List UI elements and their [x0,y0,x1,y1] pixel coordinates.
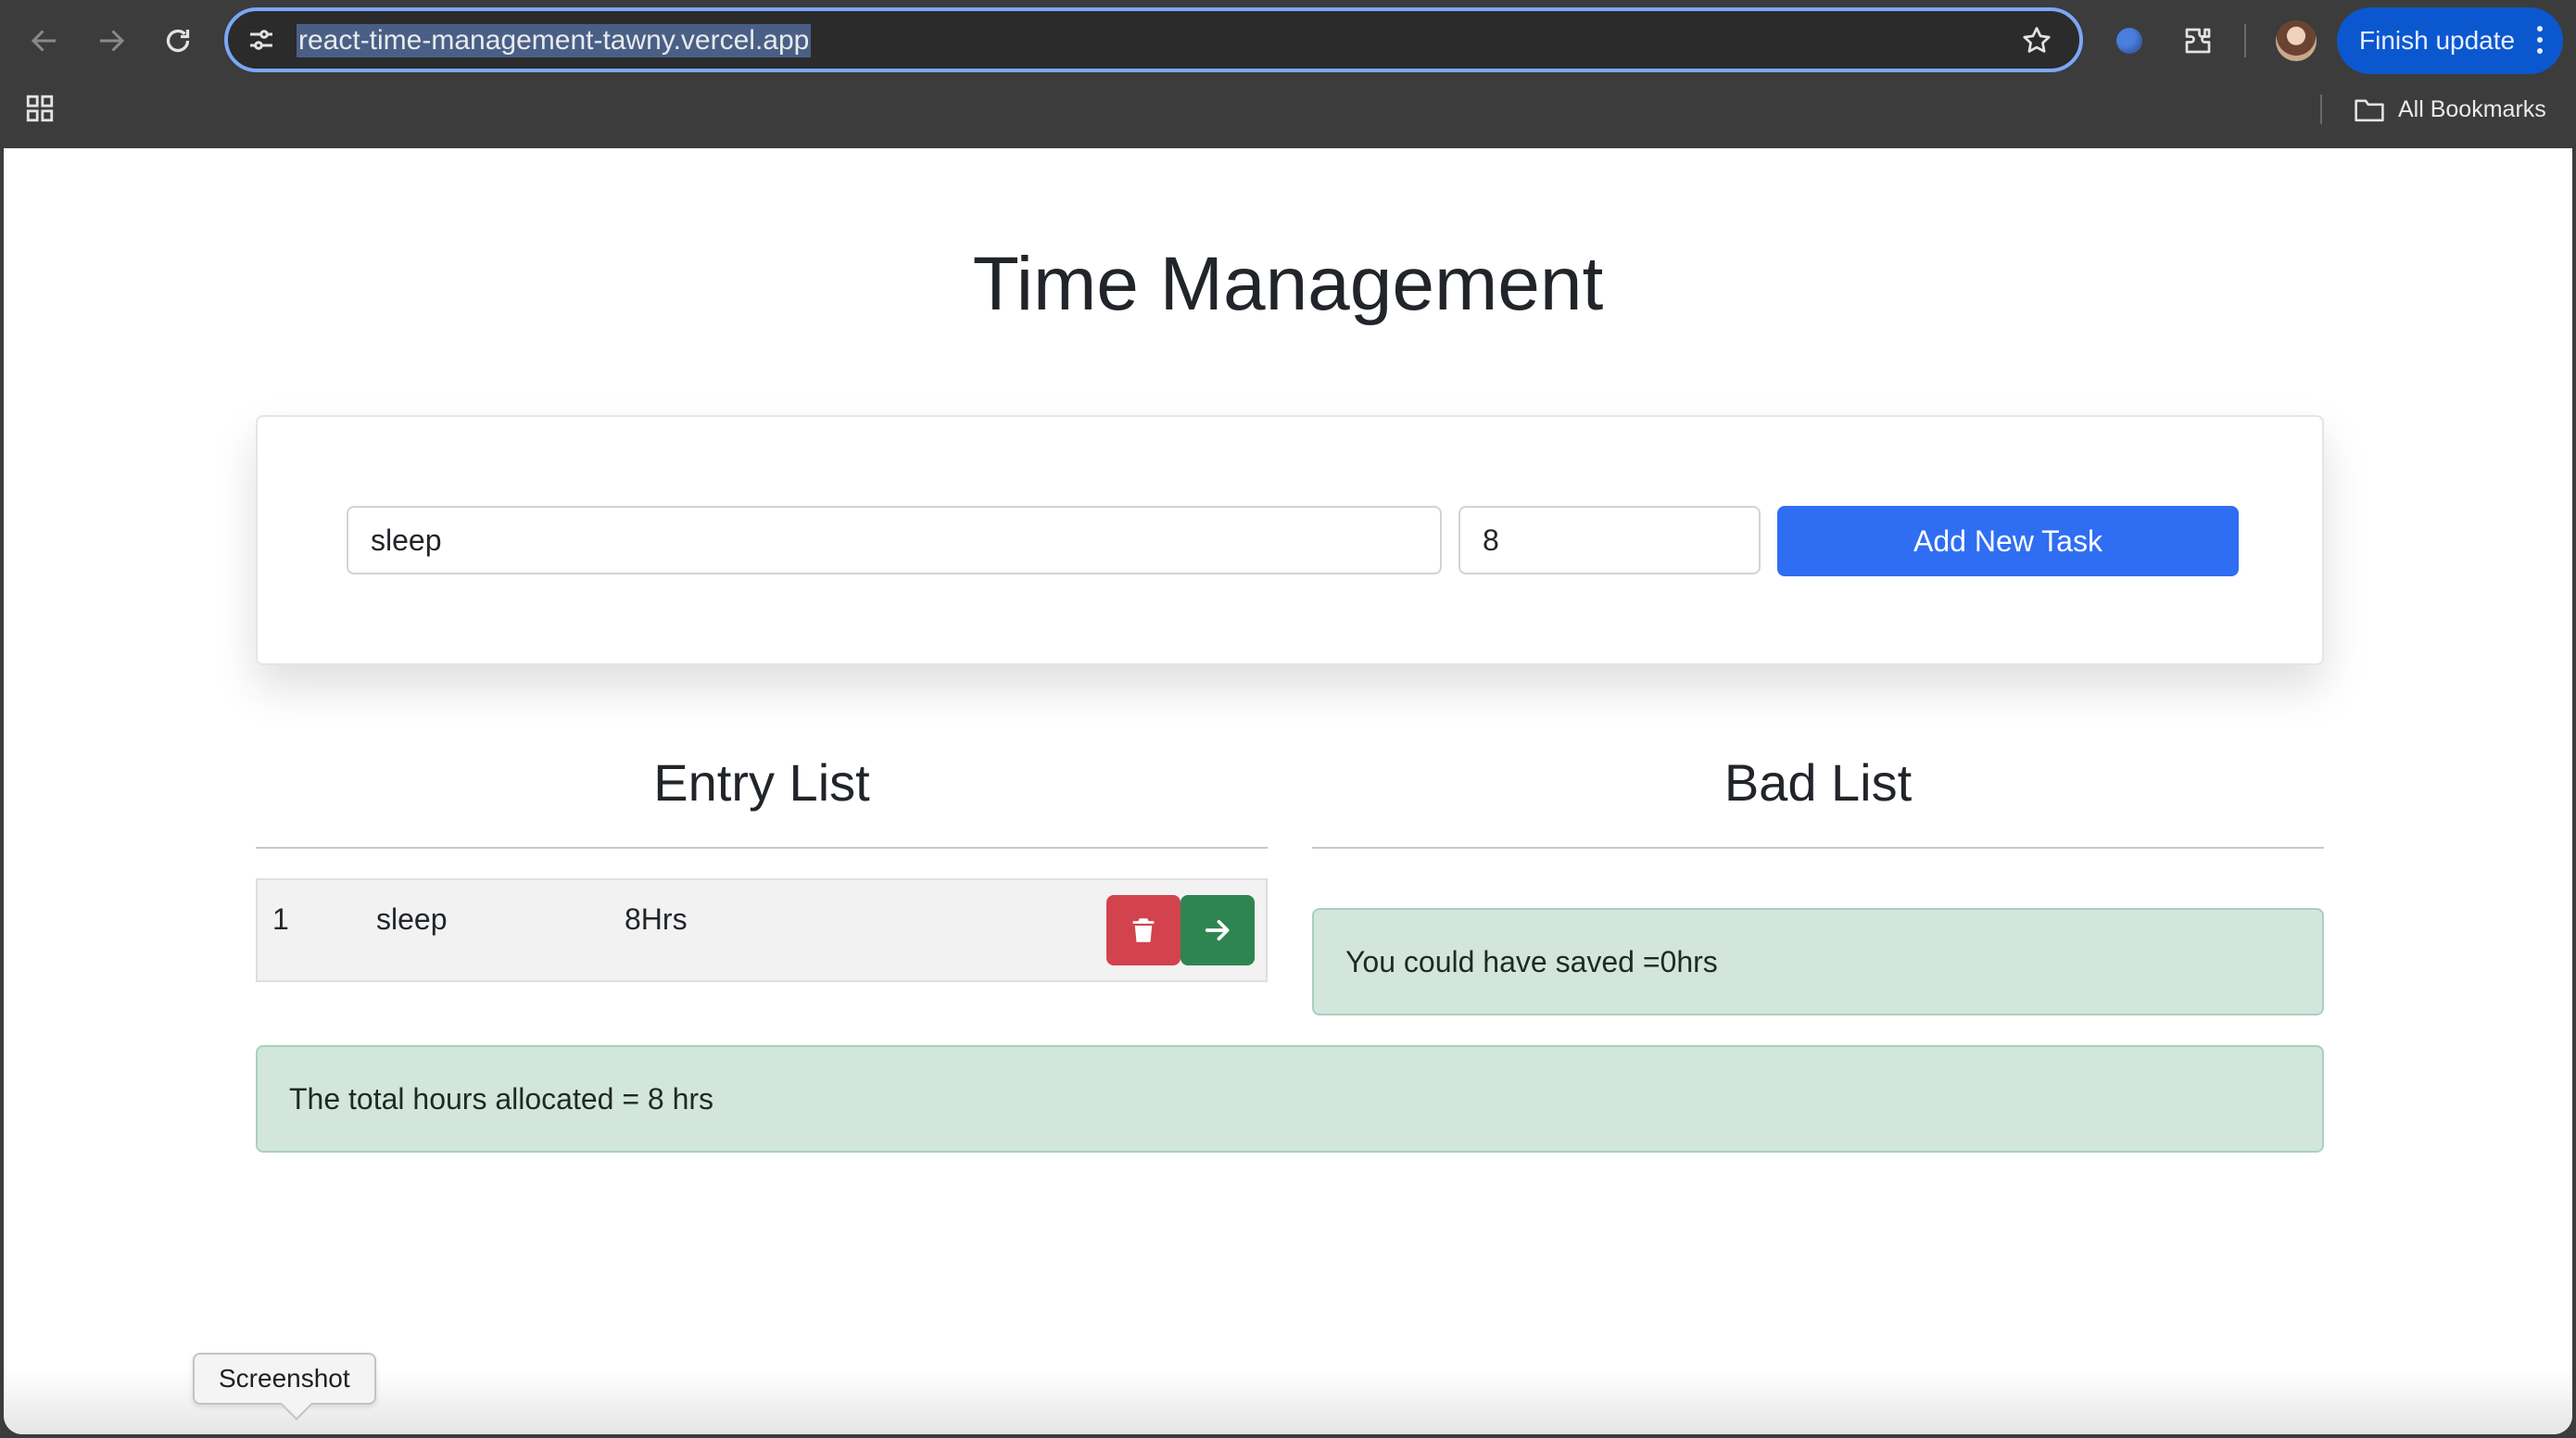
delete-task-button[interactable] [1106,895,1181,965]
finish-update-label: Finish update [2359,26,2516,55]
entry-list-row: 1 sleep 8Hrs [256,878,1268,982]
hours-input[interactable] [1458,506,1761,574]
trash-icon [1132,918,1155,942]
apps-grid-icon[interactable] [24,93,56,124]
reload-icon [166,29,190,53]
page-title: Time Management [972,242,1604,326]
row-index: 1 [272,902,289,936]
all-bookmarks-button[interactable]: All Bookmarks [2354,93,2546,126]
extensions-icon [2185,28,2211,54]
page-viewport: Time Management Add New Task Entry List … [4,148,2572,1434]
entry-list-heading: Entry List [653,753,870,812]
bad-list-divider [1312,847,2324,849]
row-task: sleep [376,902,448,936]
back-arrow-icon [31,30,56,52]
forward-button[interactable] [89,19,133,63]
arrow-right-icon [1205,919,1230,941]
site-info-icon[interactable] [245,23,278,57]
add-new-task-button[interactable]: Add New Task [1777,506,2239,576]
saved-hours-text: You could have saved =0hrs [1345,944,1718,978]
task-form-card: Add New Task [256,415,2324,665]
finish-update-button[interactable]: Finish update [2337,7,2563,74]
total-hours-text: The total hours allocated = 8 hrs [289,1081,714,1116]
toolbar-separator [2244,24,2246,57]
bad-list-heading: Bad List [1724,753,1913,812]
profile-extension-button[interactable] [2109,20,2150,61]
row-hours: 8Hrs [625,902,688,936]
forward-arrow-icon [100,30,125,52]
bottom-shadow [4,1369,2572,1434]
star-icon[interactable] [2020,24,2053,57]
total-hours-alert: The total hours allocated = 8 hrs [256,1045,2324,1153]
browser-toolbar: react-time-management-tawny.vercel.app F… [0,0,2576,148]
entry-list-divider [256,847,1268,849]
saved-hours-alert: You could have saved =0hrs [1312,908,2324,1015]
extensions-button[interactable] [2178,20,2218,61]
move-to-bad-list-button[interactable] [1181,895,1255,965]
address-bar[interactable]: react-time-management-tawny.vercel.app [224,7,2083,72]
extension-dot-icon [2116,28,2142,54]
more-menu-icon [2537,26,2543,59]
bookmarks-separator [2320,95,2322,124]
task-input[interactable] [347,506,1442,574]
reload-button[interactable] [156,19,200,63]
url-text[interactable]: react-time-management-tawny.vercel.app [297,24,812,57]
folder-icon [2355,99,2384,122]
profile-avatar[interactable] [2276,20,2317,61]
screenshot-tooltip: Screenshot [193,1353,376,1405]
back-button[interactable] [22,19,67,63]
all-bookmarks-label: All Bookmarks [2398,95,2546,122]
screenshot-tooltip-label: Screenshot [219,1364,350,1393]
